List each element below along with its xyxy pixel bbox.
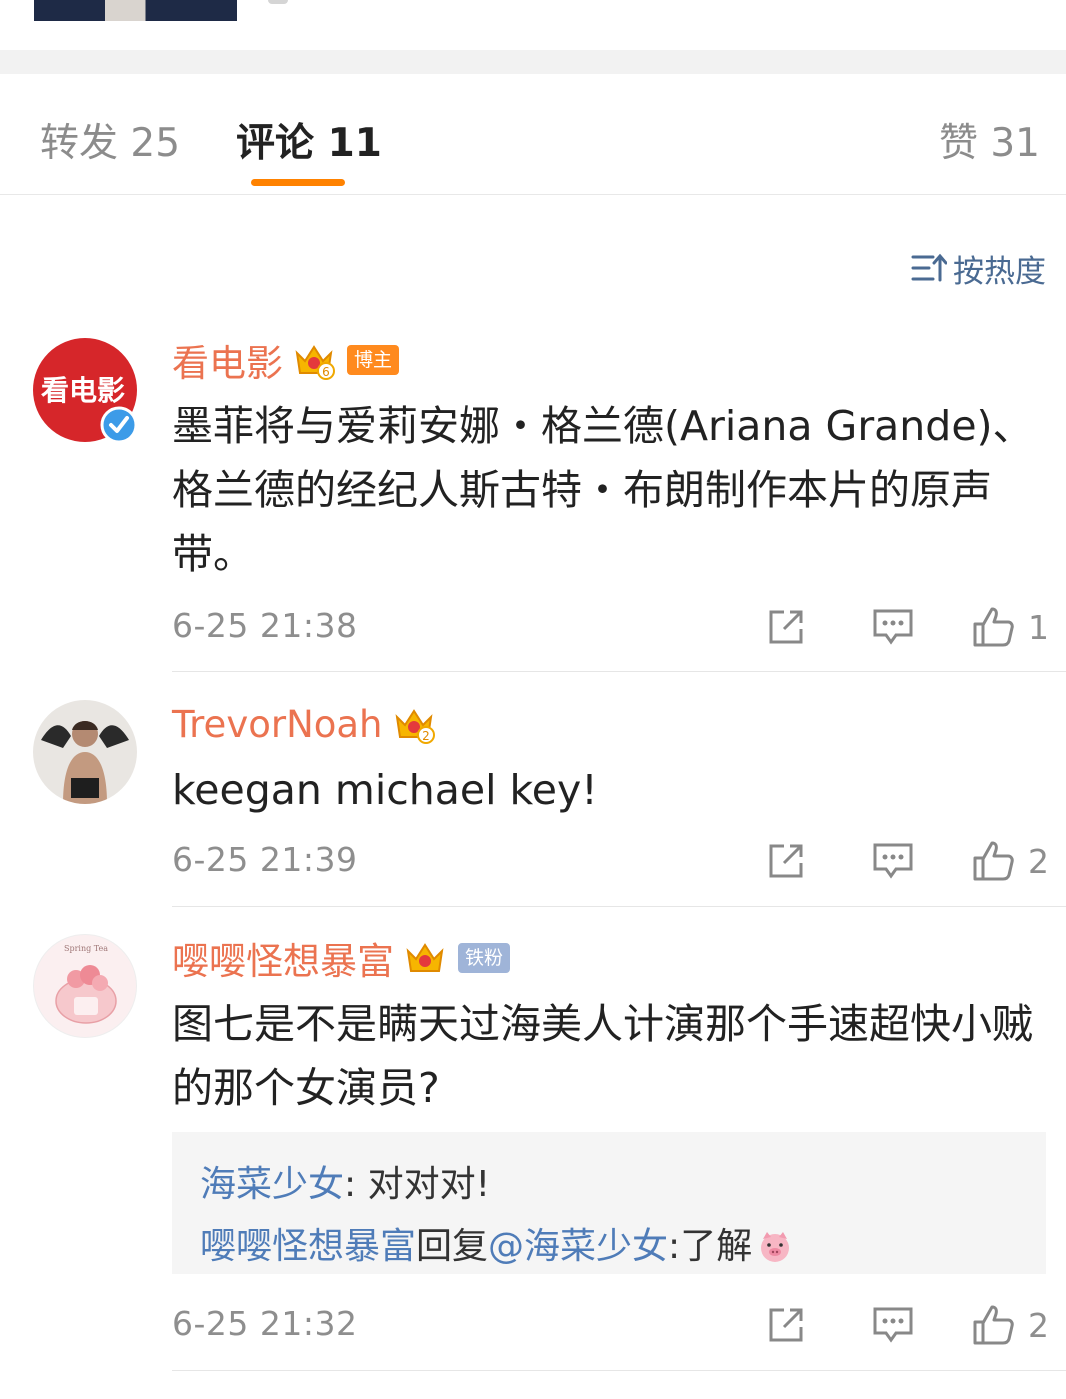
fan-badge: 铁粉 [458,943,511,973]
thumbs-up-icon [973,607,1014,647]
tab-like[interactable]: 赞 31 [939,112,1040,168]
share-icon [769,610,803,644]
comment-item: Spring Tea 嘤嘤怪想暴富 铁粉 图七是不是瞒天过海美人计演那个手速超快… [0,934,1066,1372]
comment-time: 6-25 21:32 [172,1304,358,1343]
reply-verb: 回复 [416,1226,489,1267]
like-count: 2 [1028,1305,1049,1345]
like-button[interactable]: 1 [972,602,1049,652]
svg-text:Spring Tea: Spring Tea [64,944,108,953]
reply-separator: : [668,1226,681,1267]
like-button[interactable]: 2 [972,836,1049,886]
share-button[interactable] [766,1300,806,1350]
sort-by-hot-button[interactable]: 按热度 [911,248,1046,290]
scroll-remnant [268,0,288,4]
crown-icon: 6 [295,345,335,380]
comment-actions: 1 [746,602,1066,652]
reply-line: 嘤嘤怪想暴富 回复 @海菜少女: 了解 [200,1216,1046,1278]
username[interactable]: 看电影 [172,333,283,387]
blogger-badge: 博主 [347,345,400,375]
comment-time: 6-25 21:38 [172,606,358,645]
tab-repost[interactable]: 转发 25 [40,112,180,168]
crown-icon [406,943,444,972]
like-count: 1 [1028,607,1049,647]
comment-text: keegan michael key! [172,766,598,814]
thumbs-up-icon [973,1305,1014,1345]
active-tab-indicator [251,179,345,186]
share-icon [769,844,803,878]
sort-icon [911,253,947,282]
reply-button[interactable] [872,1300,914,1350]
svg-text:6: 6 [322,365,330,379]
reply-separator: : [344,1164,368,1205]
avatar-photo [41,721,129,804]
comment-icon [873,609,913,645]
section-gap [0,50,1066,74]
divider [172,671,1066,672]
reply-text: 对对对! [367,1164,491,1205]
divider [172,1370,1066,1371]
pig-emoji-icon [761,1232,790,1262]
reply-line: 海菜少女: 对对对! [200,1154,1046,1216]
comment-item: 看电影 看电影 6 博主 墨菲将与爱莉安娜・格兰德(Ariana Grande)… [0,336,1066,672]
tab-comment[interactable]: 评论 11 [236,112,382,168]
reply-button[interactable] [872,602,914,652]
reply-text: 了解 [680,1226,753,1267]
comment-item: TrevorNoah 2 keegan michael key! 6-25 21… [0,700,1066,907]
comment-icon [873,1307,913,1343]
username[interactable]: 嘤嘤怪想暴富 [172,931,394,985]
comment-actions: 2 [746,1300,1066,1350]
share-icon [769,1308,803,1342]
like-button[interactable]: 2 [972,1300,1049,1350]
share-button[interactable] [766,836,806,886]
avatar-illustration: Spring Tea [55,944,117,1024]
avatar[interactable]: Spring Tea [33,934,137,1038]
reply-mention[interactable]: @海菜少女 [488,1216,668,1278]
comment-text: 图七是不是瞒天过海美人计演那个手速超快小贼的那个女演员? [172,1000,1033,1112]
sort-label: 按热度 [953,253,1046,290]
avatar[interactable] [33,700,137,804]
tab-bar: 转发 25 评论 11 赞 31 [0,74,1066,195]
comment-text: 墨菲将与爱莉安娜・格兰德(Ariana Grande)、格兰德的经纪人斯古特・布… [172,402,1034,578]
verified-icon [100,406,138,444]
comment-icon [873,843,913,879]
svg-text:2: 2 [422,729,430,743]
avatar-text: 看电影 [41,374,125,407]
divider [172,906,1066,907]
reply-box[interactable]: 海菜少女: 对对对! 嘤嘤怪想暴富 回复 @海菜少女: 了解 [172,1132,1046,1274]
crown-icon: 2 [395,709,435,744]
reply-button[interactable] [872,836,914,886]
share-button[interactable] [766,602,806,652]
reply-author[interactable]: 嘤嘤怪想暴富 [200,1216,416,1278]
thumbs-up-icon [973,841,1014,881]
comment-time: 6-25 21:39 [172,840,358,879]
previous-post-strip [0,0,1066,50]
like-count: 2 [1028,841,1049,881]
username[interactable]: TrevorNoah [172,703,383,746]
comment-actions: 2 [746,836,1066,886]
previous-post-thumbnail[interactable] [34,0,237,21]
reply-author[interactable]: 海菜少女 [200,1154,344,1216]
